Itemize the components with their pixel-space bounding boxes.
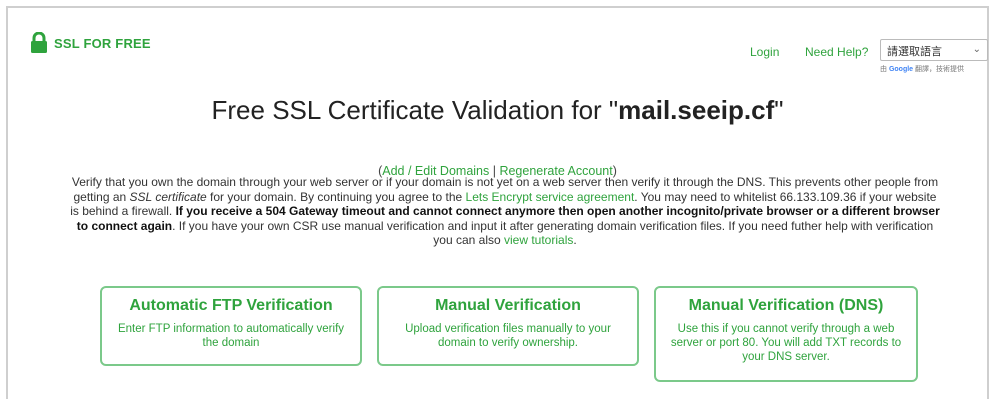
chevron-down-icon: ⌄ <box>972 44 981 55</box>
card-description: Enter FTP information to automatically v… <box>117 323 345 349</box>
title-suffix: " <box>774 95 784 125</box>
language-select-value: 請選取語言 <box>887 46 942 58</box>
verification-description: Verify that you own the domain through y… <box>70 175 940 248</box>
desc-p2: for your domain. By continuing you agree… <box>206 189 466 204</box>
title-prefix: Free SSL Certificate Validation for " <box>211 95 619 125</box>
need-help-link[interactable]: Need Help? <box>805 45 868 59</box>
top-bar: SSL FOR FREE Login Need Help? 請選取語言 ⌄ 由 … <box>8 8 988 73</box>
title-domain: mail.seeip.cf <box>618 95 775 125</box>
powered-prefix: 由 <box>880 66 887 73</box>
language-select[interactable]: 請選取語言 ⌄ <box>880 39 988 61</box>
card-title: Manual Verification (DNS) <box>688 297 884 314</box>
page-title: Free SSL Certificate Validation for "mai… <box>0 95 995 126</box>
lets-encrypt-agreement-link[interactable]: Lets Encrypt service agreement <box>466 190 635 204</box>
view-tutorials-link[interactable]: view tutorials <box>504 233 573 247</box>
google-translate-attribution: 由 Google 翻譯，技術提供 <box>880 64 964 74</box>
card-title: Manual Verification <box>435 297 581 314</box>
padlock-icon <box>31 32 47 53</box>
powered-suffix: 翻譯，技術提供 <box>915 66 965 73</box>
card-description: Use this if you cannot verify through a … <box>670 323 902 363</box>
manual-verification-button[interactable]: Manual Verification Upload verification … <box>377 286 639 366</box>
login-link[interactable]: Login <box>750 45 779 59</box>
google-logo-text[interactable]: Google <box>889 66 913 73</box>
manual-verification-dns-button[interactable]: Manual Verification (DNS) Use this if yo… <box>654 286 918 382</box>
desc-ssl-cert: SSL certificate <box>129 189 207 204</box>
card-title: Automatic FTP Verification <box>129 297 333 314</box>
card-description: Upload verification files manually to yo… <box>405 323 611 349</box>
automatic-ftp-verification-button[interactable]: Automatic FTP Verification Enter FTP inf… <box>100 286 362 366</box>
logo-text: SSL FOR FREE <box>54 35 151 51</box>
desc-p5: . <box>573 233 577 247</box>
site-logo[interactable]: SSL FOR FREE <box>30 32 151 54</box>
